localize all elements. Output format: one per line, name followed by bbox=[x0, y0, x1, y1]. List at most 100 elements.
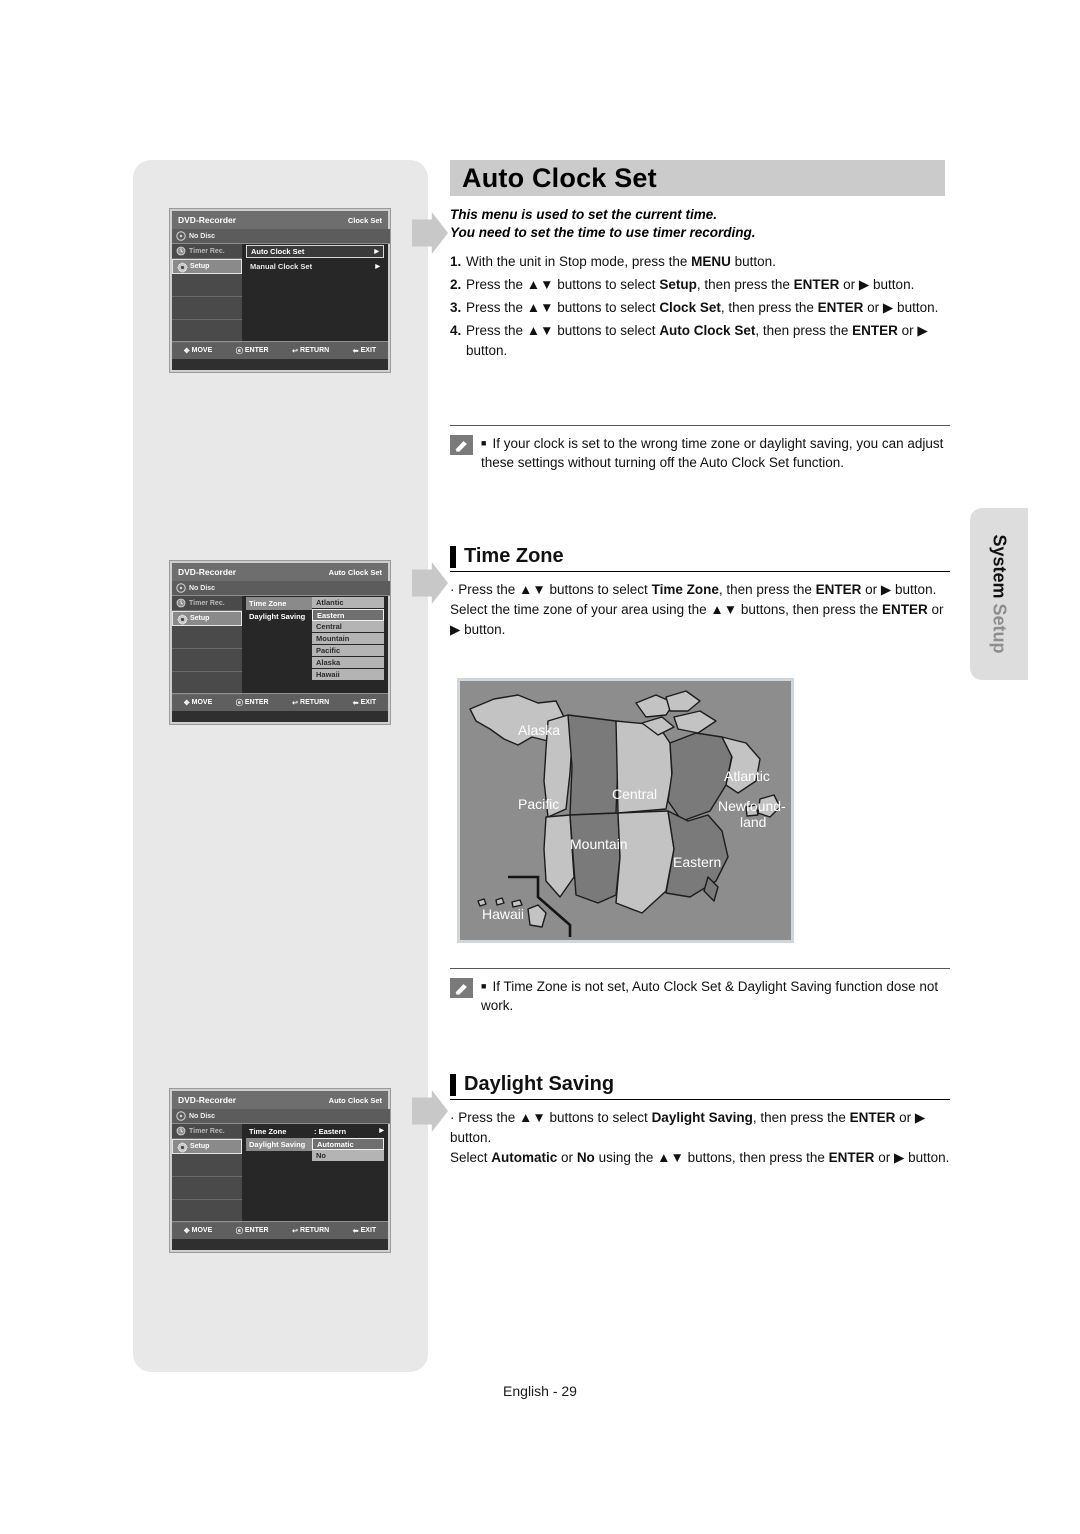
section-line: · Press the ▲▼ buttons to select Dayligh… bbox=[450, 1110, 926, 1145]
exit-icon: ⬅ bbox=[352, 699, 359, 707]
osd-foot-move-label: MOVE bbox=[191, 699, 213, 706]
time-zone-option-list[interactable]: Atlantic Eastern Central Mountain Pacifi… bbox=[312, 597, 384, 681]
sidebar-item-timer-rec[interactable]: Timer Rec. bbox=[172, 244, 242, 259]
osd-foot-return-label: RETURN bbox=[300, 1227, 330, 1234]
section-body: · Press the ▲▼ buttons to select Time Zo… bbox=[450, 580, 950, 640]
sidebar-item-timer-rec[interactable]: Timer Rec. bbox=[172, 596, 242, 611]
menu-item-label: Auto Clock Set bbox=[251, 247, 305, 256]
section-line: Select Automatic or No using the ▲▼ butt… bbox=[450, 1150, 950, 1165]
sidebar-divider bbox=[172, 320, 242, 343]
option-pacific[interactable]: Pacific bbox=[312, 645, 384, 657]
page-title-bar: Auto Clock Set bbox=[450, 160, 945, 196]
note-bullet: ■ bbox=[481, 438, 487, 448]
option-central[interactable]: Central bbox=[312, 621, 384, 633]
option-eastern[interactable]: Eastern bbox=[312, 609, 384, 621]
step-number: 1. bbox=[450, 254, 462, 269]
disc-icon bbox=[176, 583, 186, 593]
value-time-zone[interactable]: : Eastern ▶ bbox=[312, 1125, 384, 1138]
note-pencil-icon bbox=[450, 435, 473, 455]
move-icon: ✥ bbox=[183, 1227, 190, 1235]
osd-titlebar: DVD-Recorder Clock Set bbox=[172, 211, 388, 229]
step-text: Press the ▲▼ buttons to select Setup, th… bbox=[466, 277, 915, 292]
menu-row[interactable]: Manual Clock Set ▶ bbox=[246, 260, 384, 273]
menu-label-daylight-saving[interactable]: Daylight Saving bbox=[246, 1138, 312, 1151]
osd-foot-return-label: RETURN bbox=[300, 347, 330, 354]
intro-line-1: This menu is used to set the current tim… bbox=[450, 207, 718, 222]
clock-icon bbox=[176, 246, 186, 256]
disc-icon bbox=[176, 1111, 186, 1121]
enter-icon: ⓔ bbox=[235, 347, 243, 355]
enter-icon: ⓔ bbox=[235, 699, 243, 707]
step-item: 1. With the unit in Stop mode, press the… bbox=[450, 252, 950, 272]
sidebar-timer-rec-label: Timer Rec. bbox=[189, 247, 225, 255]
return-icon: ↩ bbox=[292, 1227, 299, 1235]
osd-screenshot-time-zone: DVD-Recorder Auto Clock Set No Disc Time… bbox=[169, 560, 391, 725]
osd-foot-return: ↩ RETURN bbox=[292, 347, 329, 355]
option-no[interactable]: No bbox=[312, 1150, 384, 1162]
step-number: 4. bbox=[450, 323, 462, 338]
osd-main-pane: Time Zone Daylight Saving : Eastern ▶ Au… bbox=[242, 1109, 388, 1221]
osd-foot-enter-label: ENTER bbox=[244, 347, 269, 354]
section-title: Time Zone bbox=[464, 545, 564, 567]
section-line: · Press the ▲▼ buttons to select Time Zo… bbox=[450, 582, 937, 597]
value-time-zone-text: : Eastern bbox=[314, 1127, 347, 1136]
osd-sidebar: Timer Rec. Setup bbox=[172, 581, 242, 695]
sidebar-divider bbox=[172, 1177, 242, 1200]
osd-foot-exit: ⬅ EXIT bbox=[353, 699, 376, 707]
menu-label-daylight-saving[interactable]: Daylight Saving bbox=[246, 610, 312, 623]
daylight-option-list[interactable]: Automatic No bbox=[312, 1138, 384, 1162]
sidebar-divider bbox=[172, 274, 242, 297]
side-tab-word-1: System bbox=[989, 534, 1010, 599]
clock-icon bbox=[176, 1126, 186, 1136]
note-box-1: ■ If your clock is set to the wrong time … bbox=[450, 425, 950, 472]
map-label-atlantic: Atlantic bbox=[724, 768, 770, 784]
step-text: With the unit in Stop mode, press the ME… bbox=[466, 254, 776, 269]
menu-item-manual-clock-set[interactable]: Manual Clock Set ▶ bbox=[246, 260, 384, 273]
menu-row[interactable]: Auto Clock Set ▶ bbox=[246, 245, 384, 258]
osd-foot-return-label: RETURN bbox=[300, 699, 330, 706]
sidebar-divider bbox=[172, 1200, 242, 1223]
sidebar-timer-rec-label: Timer Rec. bbox=[189, 1127, 225, 1135]
osd-sidebar: Timer Rec. Setup bbox=[172, 1109, 242, 1223]
osd-screen-name: Clock Set bbox=[347, 215, 382, 225]
osd-foot-move-label: MOVE bbox=[191, 347, 213, 354]
step-text: Press the ▲▼ buttons to select Auto Cloc… bbox=[466, 323, 928, 358]
osd-no-disc-label: No Disc bbox=[189, 232, 216, 240]
osd-screen: DVD-Recorder Auto Clock Set No Disc Time… bbox=[172, 1091, 390, 1250]
intro-line-2: You need to set the time to use timer re… bbox=[450, 225, 756, 240]
sidebar-item-timer-rec[interactable]: Timer Rec. bbox=[172, 1124, 242, 1139]
osd-body: No Disc Timer Rec. Setup bbox=[172, 581, 390, 695]
option-mountain[interactable]: Mountain bbox=[312, 633, 384, 645]
osd-footer-bar: ✥ MOVE ⓔ ENTER ↩ RETURN ⬅ EXIT bbox=[172, 693, 388, 711]
osd-titlebar: DVD-Recorder Auto Clock Set bbox=[172, 563, 388, 581]
osd-brand-label: DVD-Recorder bbox=[178, 1095, 237, 1105]
osd-sidebar: Timer Rec. Setup bbox=[172, 229, 242, 343]
step-item: 4. Press the ▲▼ buttons to select Auto C… bbox=[450, 321, 950, 361]
steps-list: 1. With the unit in Stop mode, press the… bbox=[450, 252, 950, 364]
option-alaska[interactable]: Alaska bbox=[312, 657, 384, 669]
sidebar-divider bbox=[172, 1154, 242, 1177]
chevron-right-icon: ▶ bbox=[379, 1128, 384, 1134]
osd-screenshot-daylight-saving: DVD-Recorder Auto Clock Set No Disc Time… bbox=[169, 1088, 391, 1253]
menu-label-time-zone[interactable]: Time Zone bbox=[246, 597, 312, 610]
option-atlantic[interactable]: Atlantic bbox=[312, 597, 384, 609]
osd-titlebar: DVD-Recorder Auto Clock Set bbox=[172, 1091, 388, 1109]
osd-no-disc-label: No Disc bbox=[189, 584, 216, 592]
sidebar-item-setup[interactable]: Setup bbox=[172, 259, 242, 274]
sidebar-divider bbox=[172, 672, 242, 695]
osd-footer-bar: ✥ MOVE ⓔ ENTER ↩ RETURN ⬅ EXIT bbox=[172, 1221, 388, 1239]
osd-foot-return: ↩ RETURN bbox=[292, 699, 329, 707]
menu-item-auto-clock-set[interactable]: Auto Clock Set ▶ bbox=[246, 245, 384, 258]
sidebar-item-setup[interactable]: Setup bbox=[172, 611, 242, 626]
sidebar-setup-label: Setup bbox=[190, 1143, 210, 1150]
sidebar-item-setup[interactable]: Setup bbox=[172, 1139, 242, 1154]
option-automatic[interactable]: Automatic bbox=[312, 1138, 384, 1150]
note-body: ■ If your clock is set to the wrong time … bbox=[481, 434, 950, 472]
osd-foot-move-label: MOVE bbox=[191, 1227, 213, 1234]
option-hawaii[interactable]: Hawaii bbox=[312, 669, 384, 681]
menu-label-time-zone[interactable]: Time Zone bbox=[246, 1125, 312, 1138]
map-label-alaska: Alaska bbox=[518, 722, 560, 738]
osd-foot-exit: ⬅ EXIT bbox=[353, 1227, 376, 1235]
section-daylight-saving: Daylight Saving · Press the ▲▼ buttons t… bbox=[450, 1073, 950, 1168]
exit-icon: ⬅ bbox=[352, 347, 359, 355]
